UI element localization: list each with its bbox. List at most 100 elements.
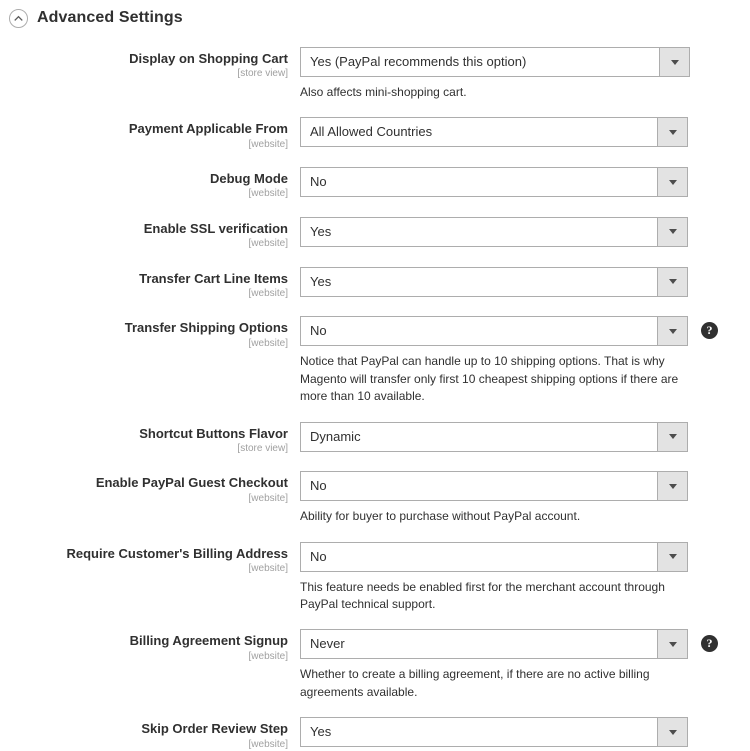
chevron-down-glyph bbox=[668, 554, 677, 560]
field-label-group: Display on Shopping Cart [store view] bbox=[0, 47, 300, 81]
control-stack: Dynamic bbox=[300, 421, 688, 452]
chevron-down-glyph bbox=[668, 434, 677, 440]
select-value: All Allowed Countries bbox=[310, 124, 433, 140]
select-debug-mode[interactable]: No bbox=[300, 167, 688, 198]
field-label-group: Require Customer's Billing Address [websi… bbox=[0, 542, 300, 576]
field-scope: [website] bbox=[248, 188, 288, 200]
field-control-group: Yes bbox=[300, 216, 750, 247]
field-control-group: No Ability for buyer to purchase without … bbox=[300, 471, 750, 525]
field-control-group: No This feature needs be enabled first fo… bbox=[300, 541, 750, 614]
chevron-down-glyph bbox=[668, 179, 677, 185]
field-label: Billing Agreement Signup bbox=[129, 633, 288, 649]
field-scope: [website] bbox=[248, 238, 288, 250]
field-scope: [store view] bbox=[237, 442, 288, 454]
field-scope: [website] bbox=[248, 492, 288, 504]
control-stack: No This feature needs be enabled first fo… bbox=[300, 541, 690, 614]
select-skip-order-review-step[interactable]: Yes bbox=[300, 717, 688, 748]
field-label: Shortcut Buttons Flavor bbox=[139, 425, 288, 441]
chevron-down-glyph bbox=[668, 729, 677, 735]
chevron-down-icon[interactable] bbox=[657, 422, 687, 451]
chevron-down-glyph bbox=[668, 129, 677, 135]
field-label-group: Enable PayPal Guest Checkout [website] bbox=[0, 471, 300, 505]
control-stack: No Ability for buyer to purchase without … bbox=[300, 471, 688, 525]
field-label: Skip Order Review Step bbox=[141, 721, 288, 737]
chevron-down-icon[interactable] bbox=[657, 630, 687, 659]
field-label: Enable SSL verification bbox=[143, 220, 288, 236]
select-value: No bbox=[310, 478, 327, 494]
field-row: Billing Agreement Signup [website] Never Wh… bbox=[0, 629, 750, 701]
field-label-group: Skip Order Review Step [website] bbox=[0, 717, 300, 751]
select-transfer-cart-line-items[interactable]: Yes bbox=[300, 266, 688, 297]
select-transfer-shipping-options[interactable]: No bbox=[300, 316, 688, 347]
select-value: No bbox=[310, 548, 327, 564]
select-enable-ssl-verification[interactable]: Yes bbox=[300, 216, 688, 247]
field-note: Whether to create a billing agreement, i… bbox=[300, 667, 650, 699]
chevron-down-glyph bbox=[668, 483, 677, 489]
field-note: Ability for buyer to purchase without Pa… bbox=[300, 509, 581, 524]
field-label: Require Customer's Billing Address bbox=[66, 545, 289, 561]
chevron-down-icon[interactable] bbox=[657, 472, 687, 501]
field-note: Notice that PayPal can handle up to 10 s… bbox=[300, 354, 679, 404]
field-row: Transfer Cart Line Items [website] Yes bbox=[0, 266, 750, 301]
field-control-group: Yes bbox=[300, 717, 750, 748]
chevron-down-glyph bbox=[670, 59, 679, 65]
advanced-settings-form: Display on Shopping Cart [store view] Yes … bbox=[0, 30, 750, 751]
chevron-down-glyph bbox=[668, 328, 677, 334]
field-control-group: Yes bbox=[300, 266, 750, 297]
field-scope: [website] bbox=[248, 738, 288, 750]
chevron-down-icon[interactable] bbox=[657, 542, 687, 571]
field-row: Shortcut Buttons Flavor [store view] Dynam… bbox=[0, 421, 750, 456]
control-stack: No bbox=[300, 167, 688, 198]
chevron-down-icon[interactable] bbox=[657, 718, 687, 747]
field-scope: [store view] bbox=[237, 68, 288, 80]
field-label: Display on Shopping Cart bbox=[129, 51, 288, 66]
select-value: No bbox=[310, 323, 327, 339]
select-require-customer-s-billing-address[interactable]: No bbox=[300, 541, 688, 572]
control-stack: All Allowed Countries bbox=[300, 117, 688, 148]
select-billing-agreement-signup[interactable]: Never bbox=[300, 629, 688, 660]
chevron-down-icon[interactable] bbox=[657, 317, 687, 346]
field-row: Display on Shopping Cart [store view] Yes … bbox=[0, 47, 750, 101]
field-row: Debug Mode [website] No bbox=[0, 167, 750, 201]
control-stack: Never Whether to create a billing agreeme… bbox=[300, 629, 690, 701]
field-control-group: Dynamic bbox=[300, 421, 750, 452]
select-enable-paypal-guest-checkout[interactable]: No bbox=[300, 471, 688, 502]
select-value: No bbox=[310, 174, 327, 190]
select-shortcut-buttons-flavor[interactable]: Dynamic bbox=[300, 421, 688, 452]
field-label-group: Debug Mode [website] bbox=[0, 167, 300, 201]
field-row: Enable PayPal Guest Checkout [website] No A… bbox=[0, 471, 750, 525]
chevron-down-icon[interactable] bbox=[657, 118, 687, 147]
field-label-group: Billing Agreement Signup [website] bbox=[0, 629, 300, 663]
select-value: Dynamic bbox=[310, 428, 361, 444]
field-row: Payment Applicable From [website] All Allo… bbox=[0, 117, 750, 151]
chevron-down-glyph bbox=[668, 641, 677, 647]
chevron-down-icon[interactable] bbox=[657, 168, 687, 197]
control-stack: Yes bbox=[300, 266, 688, 297]
help-icon[interactable]: ? bbox=[701, 322, 718, 340]
chevron-up-circle-icon[interactable] bbox=[9, 8, 28, 28]
field-control-group: No bbox=[300, 167, 750, 198]
chevron-down-icon[interactable] bbox=[657, 217, 687, 246]
chevron-down-icon[interactable] bbox=[657, 267, 687, 296]
control-stack: Yes (PayPal recommends this option) Also … bbox=[300, 47, 690, 101]
field-scope: [website] bbox=[248, 337, 288, 349]
help-icon[interactable]: ? bbox=[701, 635, 718, 653]
field-control-group: All Allowed Countries bbox=[300, 117, 750, 148]
field-row: Enable SSL verification [website] Yes bbox=[0, 216, 750, 251]
field-row: Require Customer's Billing Address [websi… bbox=[0, 541, 750, 614]
field-note: This feature needs be enabled first for … bbox=[300, 579, 665, 612]
field-label: Debug Mode bbox=[210, 171, 288, 187]
field-scope: [website] bbox=[248, 287, 288, 299]
field-row: Skip Order Review Step [website] Yes bbox=[0, 717, 750, 751]
field-label-group: Transfer Shipping Options [website] bbox=[0, 316, 300, 350]
select-payment-applicable-from[interactable]: All Allowed Countries bbox=[300, 117, 688, 148]
field-label-group: Transfer Cart Line Items [website] bbox=[0, 267, 300, 301]
advanced-settings-header[interactable]: Advanced Settings bbox=[0, 0, 750, 30]
select-display-on-shopping-cart[interactable]: Yes (PayPal recommends this option) bbox=[300, 47, 690, 77]
chevron-down-icon[interactable] bbox=[659, 48, 689, 76]
field-control-group: Never Whether to create a billing agreeme… bbox=[300, 629, 750, 701]
field-note: Also affects mini-shopping cart. bbox=[300, 85, 467, 99]
control-stack: Yes bbox=[300, 216, 688, 247]
field-label: Transfer Cart Line Items bbox=[139, 270, 288, 286]
field-control-group: No Notice that PayPal can handle up to 10… bbox=[300, 316, 750, 405]
